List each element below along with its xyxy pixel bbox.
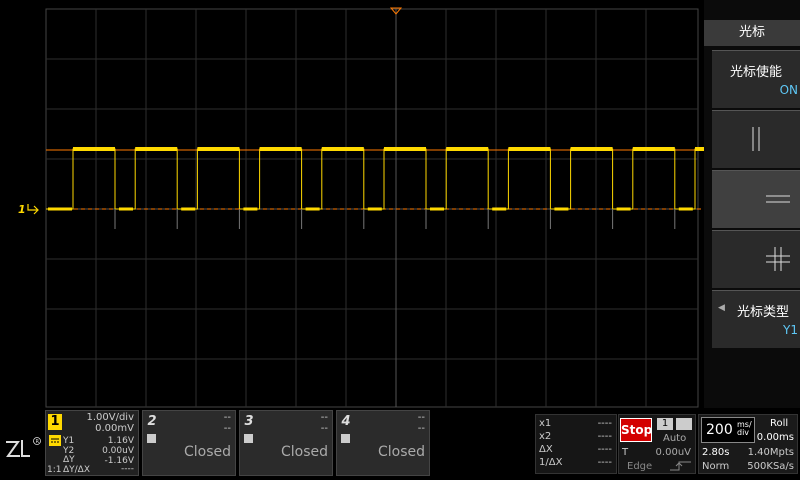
pulse-high-segment xyxy=(446,147,489,151)
channel4-scale: -- xyxy=(417,412,425,423)
channel1-number: 1 xyxy=(48,414,62,430)
horizontal-offset: 0.00ms xyxy=(756,432,794,443)
waveform-display[interactable]: 1 xyxy=(0,0,704,408)
channel1-volts-div: 1.00V/div xyxy=(86,412,134,423)
pulse-high-segment xyxy=(384,147,426,151)
channel2-coupling-icon xyxy=(147,434,156,443)
channel4-panel[interactable]: 4 -- -- Closed xyxy=(336,410,430,476)
channel3-status: Closed xyxy=(280,444,328,460)
pulse-high-segment xyxy=(135,147,178,151)
channel3-panel[interactable]: 3 -- -- Closed xyxy=(239,410,333,476)
pulse-high-segment xyxy=(570,147,613,151)
channel4-coupling-icon xyxy=(341,434,350,443)
pulse-high-segment xyxy=(73,147,115,151)
arrow-left-icon: ◀ xyxy=(718,303,725,313)
x1-label: x1 xyxy=(539,418,552,429)
pulse-low-segment xyxy=(616,207,631,211)
pulse-high-segment xyxy=(259,147,302,151)
pulse-low-segment xyxy=(181,207,196,211)
oscilloscope-screen: 1 光标 光标使能 ON ◀ 光标类型 Y1 R 1 1.00V/div 0.0… xyxy=(0,0,800,480)
sample-rate: 500KSa/s xyxy=(747,461,794,472)
x2-value: ---- xyxy=(597,431,612,442)
pulse-high-segment xyxy=(508,147,551,151)
delta-y-label: ΔY xyxy=(63,455,75,465)
timebase-value: 200 xyxy=(706,422,733,438)
cursor-enable-label: 光标使能 xyxy=(729,65,782,80)
cursor-type-label: 光标类型 xyxy=(736,305,789,320)
horizontal-cursors-icon xyxy=(766,195,790,203)
timebase-panel[interactable]: 200 ms/div Roll 0.00ms 2.80s 1.40Mpts No… xyxy=(698,414,798,474)
channel4-number: 4 xyxy=(341,414,351,429)
channel3-number: 3 xyxy=(244,414,254,429)
acquisition-mode: Norm xyxy=(702,461,730,472)
channel2-offset: -- xyxy=(223,423,231,434)
zlg-logo-icon: R xyxy=(6,437,41,457)
vertical-cursors-icon xyxy=(752,127,760,151)
trigger-mode: Auto xyxy=(663,433,687,444)
channel1-marker-label: 1 xyxy=(18,203,26,216)
trigger-level-value: 0.00uV xyxy=(655,447,691,458)
cursor-enable-button[interactable]: 光标使能 ON xyxy=(712,50,800,108)
cross-cursors-icon xyxy=(766,247,790,271)
rising-edge-icon xyxy=(670,461,691,471)
pulse-low-segment xyxy=(119,207,133,211)
memory-depth: 1.40Mpts xyxy=(747,447,794,458)
channel4-offset: -- xyxy=(417,423,425,434)
channel3-scale: -- xyxy=(320,412,328,423)
pulse-low-segment xyxy=(243,207,258,211)
cursor-readout-panel: x1 ---- x2 ---- ΔX ---- 1/ΔX ---- xyxy=(535,414,617,474)
pulse-low-segment xyxy=(48,207,72,211)
dy-dx-value: ---- xyxy=(121,464,134,474)
channel2-number: 2 xyxy=(147,414,157,429)
run-stop-button[interactable]: Stop xyxy=(620,418,652,442)
pulse-low-segment xyxy=(554,207,569,211)
trigger-coupling-icon xyxy=(676,418,692,430)
trigger-panel[interactable]: Stop 1 Auto T 0.00uV Edge xyxy=(618,414,696,474)
pulse-high-segment xyxy=(695,147,704,151)
menu-title: 光标 xyxy=(704,20,800,46)
delta-x-value: ---- xyxy=(597,444,612,455)
roll-mode: Roll xyxy=(770,418,789,429)
vertical-cursor-button[interactable] xyxy=(712,110,800,168)
x2-label: x2 xyxy=(539,431,552,442)
channel4-status: Closed xyxy=(377,444,425,460)
dc-coupling-icon xyxy=(49,435,61,446)
channel2-panel[interactable]: 2 -- -- Closed xyxy=(142,410,236,476)
pulse-high-segment xyxy=(197,147,240,151)
pulse-low-segment xyxy=(492,207,507,211)
record-window: 2.80s xyxy=(702,447,730,458)
y2-value: 0.00uV xyxy=(102,446,134,456)
probe-ratio: 1:1 xyxy=(47,465,62,475)
cursor-type-button[interactable]: ◀ 光标类型 Y1 xyxy=(712,290,800,348)
timebase-box[interactable]: 200 ms/div xyxy=(701,417,755,443)
cursor-enable-value: ON xyxy=(779,83,798,97)
cross-cursor-button[interactable] xyxy=(712,230,800,288)
pulse-low-segment xyxy=(305,207,320,211)
y1-value: 1.16V xyxy=(107,436,134,446)
pulse-low-segment xyxy=(430,207,444,211)
channel1-panel[interactable]: 1 1.00V/div 0.00mV Y1 1.16V Y2 0.00uV ΔY… xyxy=(45,410,139,476)
y1-label: Y1 xyxy=(63,436,75,446)
trigger-source: 1 xyxy=(657,418,673,430)
inv-delta-x-label: 1/ΔX xyxy=(539,457,563,468)
inv-delta-x-value: ---- xyxy=(597,457,612,468)
svg-text:R: R xyxy=(36,439,40,445)
timebase-unit: ms/div xyxy=(737,420,752,437)
dy-dx-label: ΔY/ΔX xyxy=(63,465,91,475)
channel3-coupling-icon xyxy=(244,434,253,443)
horizontal-cursor-button[interactable] xyxy=(712,170,800,228)
channel2-status: Closed xyxy=(183,444,231,460)
trigger-type: Edge xyxy=(627,461,653,472)
cursor-type-value: Y1 xyxy=(783,323,798,337)
channel1-offset: 0.00mV xyxy=(95,423,134,434)
pulse-low-segment xyxy=(678,207,693,211)
x1-value: ---- xyxy=(597,418,612,429)
channel2-scale: -- xyxy=(223,412,231,423)
pulse-high-segment xyxy=(632,147,675,151)
pulse-low-segment xyxy=(367,207,382,211)
pulse-high-segment xyxy=(321,147,364,151)
channel3-offset: -- xyxy=(320,423,328,434)
delta-x-label: ΔX xyxy=(539,444,553,455)
trigger-level-label: T xyxy=(622,447,629,458)
